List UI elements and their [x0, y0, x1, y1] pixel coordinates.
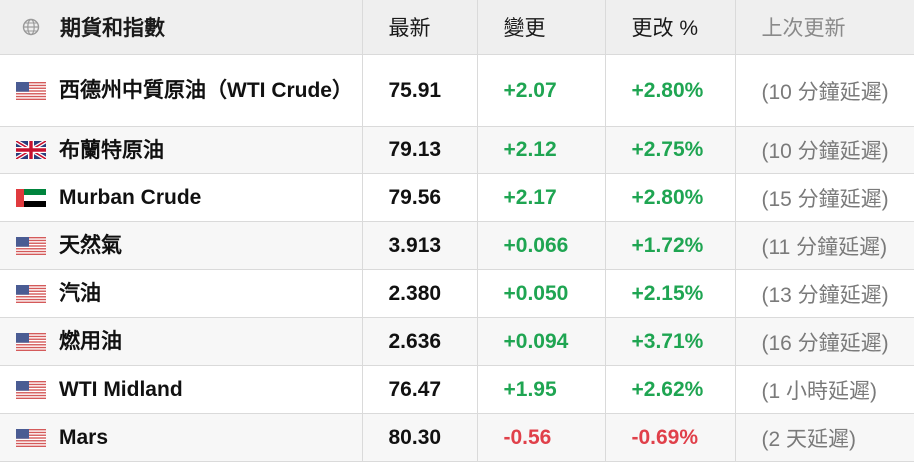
instrument-name[interactable]: WTI Midland: [59, 377, 183, 402]
last-price: 3.913: [362, 221, 478, 270]
last-price: 2.636: [362, 317, 478, 366]
table-header-row: 期貨和指數 最新 變更 更改 % 上次更新: [0, 0, 914, 55]
us-flag-icon: [16, 284, 46, 303]
change-value: -0.56: [477, 413, 606, 462]
instrument-name[interactable]: Murban Crude: [59, 185, 201, 210]
row-name-cell[interactable]: Murban Crude: [0, 173, 363, 222]
table-row[interactable]: 燃用油 2.636 +0.094 +3.71% (16 分鐘延遲): [0, 317, 914, 366]
last-updated: (10 分鐘延遲): [735, 126, 914, 174]
change-value: +2.17: [477, 173, 606, 222]
change-percent: -0.69%: [605, 413, 736, 462]
last-updated: (1 小時延遲): [735, 365, 914, 414]
last-updated: (11 分鐘延遲): [735, 221, 914, 270]
last-updated: (10 分鐘延遲): [735, 54, 914, 127]
change-value: +0.066: [477, 221, 606, 270]
row-name-cell[interactable]: Mars: [0, 413, 363, 462]
last-updated: (2 天延遲): [735, 413, 914, 462]
change-percent: +2.80%: [605, 173, 736, 222]
row-name-cell[interactable]: WTI Midland: [0, 365, 363, 414]
instrument-name[interactable]: 天然氣: [59, 233, 122, 258]
change-value: +1.95: [477, 365, 606, 414]
us-flag-icon: [16, 81, 46, 100]
last-price: 79.56: [362, 173, 478, 222]
change-value: +2.12: [477, 126, 606, 174]
change-value: +0.094: [477, 317, 606, 366]
table-row[interactable]: WTI Midland 76.47 +1.95 +2.62% (1 小時延遲): [0, 365, 914, 414]
column-header-updated[interactable]: 上次更新: [735, 0, 914, 55]
last-price: 80.30: [362, 413, 478, 462]
last-price: 75.91: [362, 54, 478, 127]
column-header-last[interactable]: 最新: [362, 0, 478, 55]
table-row[interactable]: Mars 80.30 -0.56 -0.69% (2 天延遲): [0, 413, 914, 462]
row-name-cell[interactable]: 燃用油: [0, 317, 363, 366]
instrument-name[interactable]: 布蘭特原油: [59, 138, 164, 163]
last-price: 79.13: [362, 126, 478, 174]
instrument-name[interactable]: 西德州中質原油（WTI Crude）: [59, 78, 353, 103]
us-flag-icon: [16, 428, 46, 447]
table-row[interactable]: Murban Crude 79.56 +2.17 +2.80% (15 分鐘延遲): [0, 173, 914, 222]
column-header-pct[interactable]: 更改 %: [605, 0, 736, 55]
last-price: 76.47: [362, 365, 478, 414]
last-updated: (16 分鐘延遲): [735, 317, 914, 366]
column-header-name[interactable]: 期貨和指數: [0, 0, 363, 55]
change-percent: +3.71%: [605, 317, 736, 366]
row-name-cell[interactable]: 汽油: [0, 269, 363, 318]
change-percent: +2.62%: [605, 365, 736, 414]
column-header-name-label: 期貨和指數: [60, 17, 165, 40]
us-flag-icon: [16, 380, 46, 399]
change-percent: +2.80%: [605, 54, 736, 127]
uk-flag-icon: [14, 139, 48, 161]
change-percent: +2.15%: [605, 269, 736, 318]
us-flag-icon: [16, 236, 46, 255]
last-updated: (15 分鐘延遲): [735, 173, 914, 222]
instrument-name[interactable]: 燃用油: [59, 329, 122, 354]
us-flag-icon: [16, 332, 46, 351]
uae-flag-icon: [16, 188, 46, 207]
last-price: 2.380: [362, 269, 478, 318]
commodities-table: 期貨和指數 最新 變更 更改 % 上次更新 西德州中質原油（WTI Crude）…: [0, 0, 914, 462]
change-value: +2.07: [477, 54, 606, 127]
row-name-cell[interactable]: 天然氣: [0, 221, 363, 270]
table-row[interactable]: 西德州中質原油（WTI Crude） 75.91 +2.07 +2.80% (10 分鐘…: [0, 54, 914, 127]
row-name-cell[interactable]: 西德州中質原油（WTI Crude）: [0, 54, 363, 127]
change-value: +0.050: [477, 269, 606, 318]
change-percent: +2.75%: [605, 126, 736, 174]
column-header-change[interactable]: 變更: [477, 0, 606, 55]
instrument-name[interactable]: 汽油: [59, 281, 101, 306]
globe-icon: [22, 18, 40, 36]
table-row[interactable]: 天然氣 3.913 +0.066 +1.72% (11 分鐘延遲): [0, 221, 914, 270]
table-row[interactable]: 布蘭特原油 79.13 +2.12 +2.75% (10 分鐘延遲): [0, 126, 914, 174]
table-row[interactable]: 汽油 2.380 +0.050 +2.15% (13 分鐘延遲): [0, 269, 914, 318]
instrument-name[interactable]: Mars: [59, 425, 108, 450]
change-percent: +1.72%: [605, 221, 736, 270]
row-name-cell[interactable]: 布蘭特原油: [0, 126, 363, 174]
last-updated: (13 分鐘延遲): [735, 269, 914, 318]
